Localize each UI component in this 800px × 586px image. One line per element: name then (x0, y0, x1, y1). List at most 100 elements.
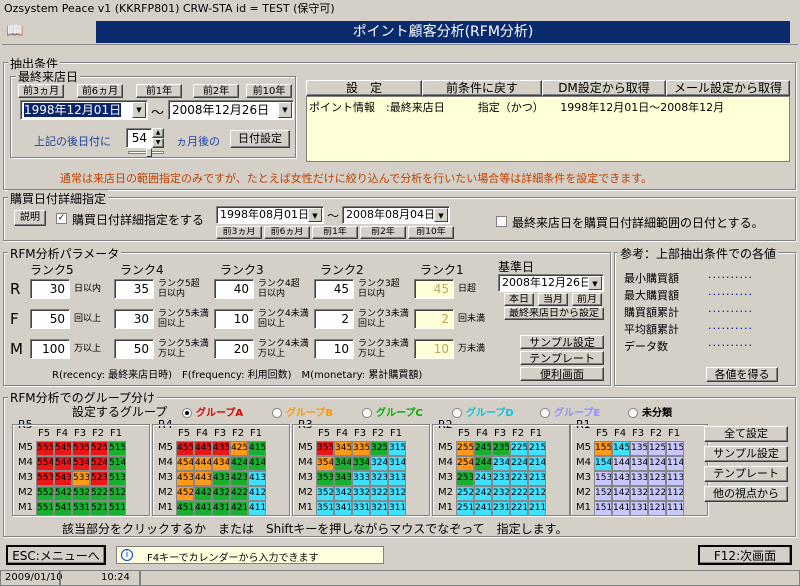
extract-date-to-select[interactable]: 2008年12月26日 ▼ (168, 100, 294, 120)
rfm-cell[interactable]: 115 (666, 441, 684, 456)
base-today-button[interactable]: 本日 (504, 293, 534, 306)
purchase-range-3m-button[interactable]: 前3ヵ月 (216, 226, 262, 239)
rfm-cell[interactable]: 411 (248, 501, 266, 516)
rfm-cell[interactable]: 231 (492, 501, 510, 516)
rfm-cell[interactable]: 433 (212, 471, 230, 486)
tab-dm-settings[interactable]: DM設定から取得 (542, 80, 666, 96)
radio-button[interactable] (182, 408, 192, 418)
rfm-cell[interactable]: 434 (212, 456, 230, 471)
rfm-cell[interactable]: 533 (72, 471, 90, 486)
base-last-month-button[interactable]: 前月 (572, 293, 602, 306)
rfm-cell[interactable]: 253 (456, 471, 474, 486)
extract-range-1y-button[interactable]: 前1年 (136, 84, 182, 98)
rfm-cell[interactable]: 555 (36, 441, 54, 456)
rfm-cell[interactable]: 325 (370, 441, 388, 456)
explain-button[interactable]: 説明 (14, 210, 46, 226)
base-date-select[interactable]: 2008年12月26日 ▼ (498, 274, 604, 292)
rfm-cell[interactable]: 133 (630, 471, 648, 486)
base-this-month-button[interactable]: 当月 (538, 293, 568, 306)
rfm-cell[interactable]: 511 (108, 501, 126, 516)
group-radio-4[interactable]: グループE (540, 404, 600, 419)
rfm-cell[interactable]: 255 (456, 441, 474, 456)
rfm-cell[interactable]: 422 (230, 486, 248, 501)
rfm-cell[interactable]: 223 (510, 471, 528, 486)
purchase-detail-checkbox[interactable]: ✓ (56, 211, 67, 224)
condition-panel[interactable]: ポイント情報 :最終来店日 指定（かつ） 1998年12月01日～2008年12… (306, 96, 790, 162)
rfm-cell[interactable]: 414 (248, 456, 266, 471)
rfm-sample-button[interactable]: サンプル設定 (520, 335, 604, 349)
rfm-cell[interactable]: 523 (90, 471, 108, 486)
months-stepper[interactable]: 54 (126, 128, 152, 148)
group-radio-0[interactable]: グループA (182, 404, 243, 419)
esc-menu-button[interactable]: ESC:メニューへ (6, 545, 106, 565)
book-icon[interactable]: 📖 (6, 23, 24, 39)
rfm-m-rank5-input[interactable]: 100 (30, 339, 70, 359)
rfm-cell[interactable]: 554 (36, 456, 54, 471)
rfm-cell[interactable]: 212 (528, 486, 546, 501)
rfm-cell[interactable]: 323 (370, 471, 388, 486)
rfm-cell[interactable]: 123 (648, 471, 666, 486)
other-view-button[interactable]: 他の視点から (704, 486, 788, 502)
rfm-cell[interactable]: 242 (474, 486, 492, 501)
rfm-cell[interactable]: 114 (666, 456, 684, 471)
rfm-r-rank3-input[interactable]: 40 (214, 279, 254, 299)
purchase-range-6m-button[interactable]: 前6ヵ月 (264, 226, 310, 239)
rfm-cell[interactable]: 344 (334, 456, 352, 471)
rfm-m-rank2-input[interactable]: 10 (314, 339, 354, 359)
rfm-cell[interactable]: 535 (72, 441, 90, 456)
rfm-cell[interactable]: 455 (176, 441, 194, 456)
rfm-cell[interactable]: 444 (194, 456, 212, 471)
rfm-cell[interactable]: 152 (594, 486, 612, 501)
chevron-down-icon[interactable]: ▼ (132, 102, 146, 118)
rfm-cell[interactable]: 142 (612, 486, 630, 501)
rfm-cell[interactable]: 512 (108, 486, 126, 501)
months-slider-thumb[interactable] (146, 148, 152, 157)
rfm-cell[interactable]: 321 (370, 501, 388, 516)
rfm-cell[interactable]: 313 (388, 471, 406, 486)
rfm-cell[interactable]: 514 (108, 456, 126, 471)
rfm-cell[interactable]: 345 (334, 441, 352, 456)
rfm-cell[interactable]: 532 (72, 486, 90, 501)
rfm-cell[interactable]: 121 (648, 501, 666, 516)
rfm-cell[interactable]: 445 (194, 441, 212, 456)
rfm-f-rank4-input[interactable]: 30 (114, 309, 154, 329)
purchase-date-to-select[interactable]: 2008年08月04日 ▼ (342, 206, 450, 224)
rfm-cell[interactable]: 151 (594, 501, 612, 516)
rfm-cell[interactable]: 155 (594, 441, 612, 456)
group-template-button[interactable]: テンプレート (704, 466, 788, 482)
rfm-cell[interactable]: 235 (492, 441, 510, 456)
rfm-cell[interactable]: 232 (492, 486, 510, 501)
rfm-cell[interactable]: 215 (528, 441, 546, 456)
rfm-cell[interactable]: 413 (248, 471, 266, 486)
last-visit-range-check-box[interactable] (496, 215, 507, 227)
rfm-cell[interactable]: 531 (72, 501, 90, 516)
group-sample-button[interactable]: サンプル設定 (704, 446, 788, 462)
radio-button[interactable] (272, 408, 282, 418)
rfm-cell[interactable]: 322 (370, 486, 388, 501)
tab-previous-condition[interactable]: 前条件に戻す (422, 80, 542, 96)
rfm-cell[interactable]: 331 (352, 501, 370, 516)
rfm-cell[interactable]: 415 (248, 441, 266, 456)
rfm-cell[interactable]: 154 (594, 456, 612, 471)
rfm-cell[interactable]: 443 (194, 471, 212, 486)
rfm-cell[interactable]: 355 (316, 441, 334, 456)
extract-range-6m-button[interactable]: 前6ヵ月 (77, 84, 123, 98)
rfm-cell[interactable]: 131 (630, 501, 648, 516)
rfm-convenient-button[interactable]: 便利画面 (520, 367, 604, 381)
rfm-cell[interactable]: 342 (334, 486, 352, 501)
radio-button[interactable] (540, 408, 550, 418)
rfm-cell[interactable]: 252 (456, 486, 474, 501)
rfm-cell[interactable]: 243 (474, 471, 492, 486)
rfm-cell[interactable]: 431 (212, 501, 230, 516)
rfm-cell[interactable]: 521 (90, 501, 108, 516)
rfm-cell[interactable]: 333 (352, 471, 370, 486)
group-radio-3[interactable]: グループD (452, 404, 514, 419)
rfm-cell[interactable]: 335 (352, 441, 370, 456)
rfm-template-button[interactable]: テンプレート (520, 351, 604, 365)
set-date-button[interactable]: 日付設定 (230, 130, 290, 148)
get-values-button[interactable]: 各値を得る (706, 367, 778, 382)
rfm-cell[interactable]: 224 (510, 456, 528, 471)
rfm-cell[interactable]: 332 (352, 486, 370, 501)
rfm-r-rank2-input[interactable]: 45 (314, 279, 354, 299)
purchase-date-from-select[interactable]: 1998年08月01日 ▼ (216, 206, 324, 224)
